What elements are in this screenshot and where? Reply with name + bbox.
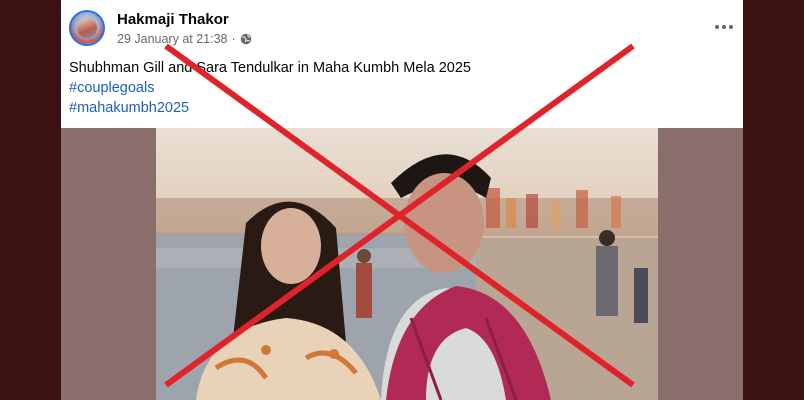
post-timestamp[interactable]: 29 January at 21:38 [117, 32, 228, 46]
post-caption: Shubhman Gill and Sara Tendulkar in Maha… [69, 60, 471, 76]
meta-separator: · [231, 32, 236, 46]
background-frame-left [0, 0, 61, 400]
author-name[interactable]: Hakmaji Thakor [117, 11, 229, 28]
author-avatar[interactable] [69, 10, 105, 46]
post-photo[interactable] [156, 128, 658, 400]
post-meta: 29 January at 21:38 · [117, 32, 252, 46]
background-frame-right [743, 0, 804, 400]
hashtag-couplegoals[interactable]: #couplegoals [69, 78, 729, 98]
more-options-button[interactable] [711, 14, 737, 40]
more-options-icon [715, 25, 719, 29]
facebook-post-card: Hakmaji Thakor 29 January at 21:38 · Shu… [61, 0, 743, 400]
post-body: Shubhman Gill and Sara Tendulkar in Maha… [69, 58, 729, 118]
post-header: Hakmaji Thakor 29 January at 21:38 · [61, 0, 743, 60]
post-media[interactable] [61, 128, 743, 400]
hashtag-mahakumbh2025[interactable]: #mahakumbh2025 [69, 98, 729, 118]
photo-illustration [156, 154, 658, 400]
globe-icon [240, 33, 251, 45]
